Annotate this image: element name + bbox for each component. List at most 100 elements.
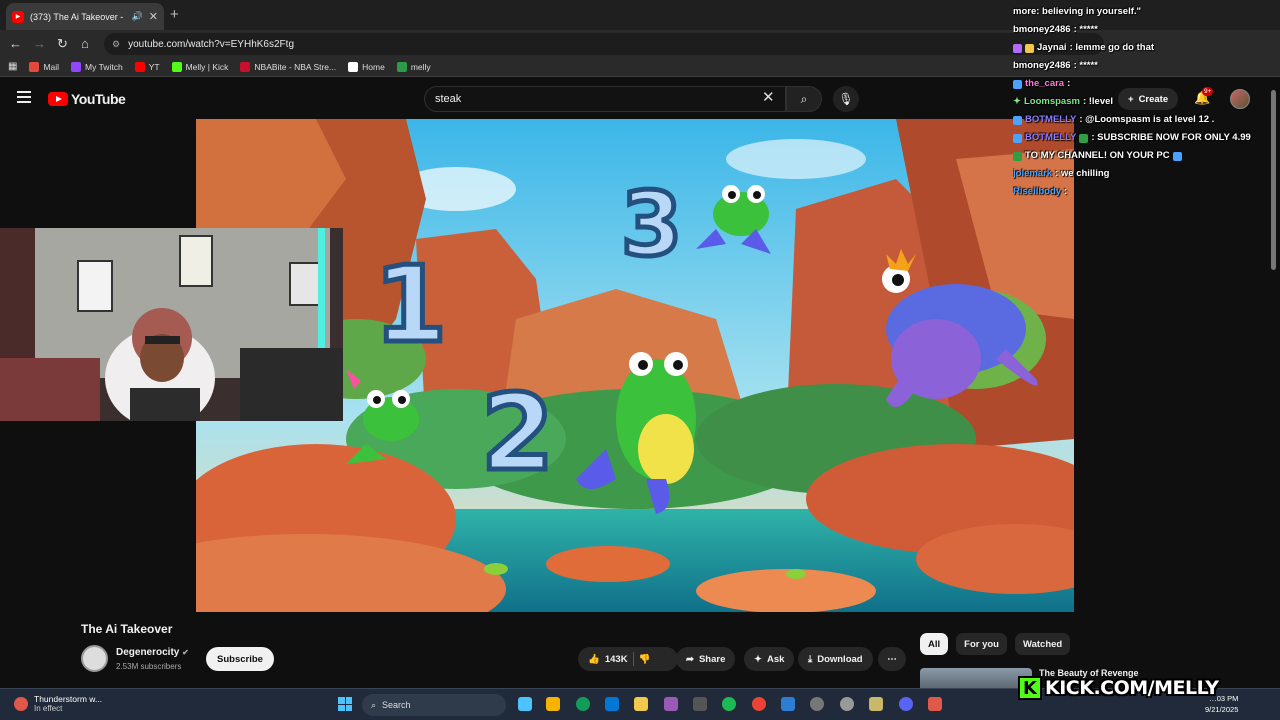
share-button[interactable]: ➦ Share	[676, 647, 736, 671]
bookmark-nbabite[interactable]: NBABite - NBA Stre...	[240, 61, 336, 72]
edge-icon[interactable]	[576, 697, 590, 711]
subscriber-count: 2.53M subscribers	[116, 662, 182, 671]
url-text: youtube.com/watch?v=EYHhK6s2Ftg	[128, 38, 295, 50]
steam-icon[interactable]	[664, 697, 678, 711]
home-icon[interactable]: ⌂	[81, 36, 89, 51]
tab-title: (373) The Ai Takeover - You	[30, 11, 126, 22]
webcam-art	[0, 228, 343, 421]
browser-tab-youtube[interactable]: ▶ (373) The Ai Takeover - You 🔊 ✕	[6, 3, 164, 30]
kick-watermark: K KICK.COM/MELLY	[1018, 676, 1219, 700]
media-player-icon[interactable]	[810, 697, 824, 711]
site-info-icon[interactable]: ⚙	[112, 39, 120, 50]
chat-text: TO MY CHANNEL! ON YOUR PC	[1025, 150, 1170, 161]
voice-search-button[interactable]: 🎙	[833, 86, 859, 112]
chat-username: BOTMELLY	[1025, 132, 1077, 143]
xbox-icon[interactable]	[634, 697, 648, 711]
forward-icon[interactable]: →	[33, 36, 46, 51]
chat-badge-icon	[1013, 133, 1022, 143]
more-icon: ⋯	[887, 653, 897, 665]
channel-name-text: Degenerocity	[116, 647, 180, 658]
bookmark-melly-kick[interactable]: Melly | Kick	[171, 61, 228, 72]
mail-icon	[29, 61, 40, 72]
x-icon	[348, 61, 359, 72]
chat-badge-icon	[1013, 79, 1022, 89]
chat-username: Loomspasm	[1023, 96, 1080, 107]
chat-badge-icon	[1025, 43, 1034, 53]
chat-text: :	[1067, 78, 1071, 89]
back-icon[interactable]: ←	[9, 36, 22, 51]
chat-username: BOTMELLY	[1025, 114, 1077, 125]
youtube-favicon-icon: ▶	[12, 10, 24, 23]
search-icon: ⌕	[371, 699, 377, 710]
bookmark-melly[interactable]: melly	[396, 61, 431, 72]
bookmark-yt[interactable]: YT	[134, 61, 160, 72]
subscribe-button[interactable]: Subscribe	[206, 647, 274, 671]
chat-username: jolemark	[1013, 168, 1053, 179]
kick-icon	[171, 61, 182, 72]
more-actions-button[interactable]: ⋯	[878, 647, 906, 671]
chat-message: ✦ Loomspasm: !level	[1013, 93, 1280, 111]
photos-icon[interactable]	[781, 697, 795, 711]
url-field[interactable]: ⚙ youtube.com/watch?v=EYHhK6s2Ftg	[104, 33, 1104, 55]
chip-for-you[interactable]: For you	[956, 633, 1007, 655]
game-icon[interactable]	[869, 697, 883, 711]
bookmark-label: melly	[410, 61, 431, 72]
ask-label: Ask	[766, 653, 785, 665]
chat-text: : *****	[1073, 60, 1098, 71]
apps-grid-icon[interactable]: ▦	[8, 61, 17, 72]
bookmark-mail[interactable]: Mail	[29, 61, 59, 72]
chat-message: bmoney2486: *****	[1013, 21, 1280, 39]
file-explorer-icon[interactable]	[605, 697, 619, 711]
speaker-icon[interactable]: 🔊	[132, 11, 143, 22]
spotify-icon[interactable]	[722, 697, 736, 711]
chat-badge-icon	[1013, 43, 1022, 53]
twitch-icon	[71, 61, 82, 72]
tab-close-icon[interactable]: ✕	[149, 10, 158, 23]
dislike-button[interactable]: 👎	[639, 654, 651, 665]
chat-text: : SUBSCRIBE NOW FOR ONLY 4.99	[1091, 132, 1251, 143]
search-button[interactable]: ⌕	[786, 86, 822, 112]
chrome-icon[interactable]	[752, 697, 766, 711]
channel-avatar[interactable]	[81, 645, 108, 672]
bookmark-home[interactable]: Home	[348, 61, 385, 72]
taskbar-search[interactable]: ⌕ Search	[362, 694, 506, 716]
task-view-icon[interactable]	[518, 697, 532, 711]
ask-button[interactable]: ✦ Ask	[744, 647, 795, 671]
melly-icon	[396, 61, 407, 72]
clock-date: 9/21/2025	[1205, 705, 1239, 714]
app-icon[interactable]	[840, 697, 854, 711]
reload-icon[interactable]: ↻	[57, 36, 68, 52]
chip-all[interactable]: All	[920, 633, 949, 655]
chat-message: Riseilbody:	[1013, 183, 1280, 201]
taskbar-search-label: Search	[382, 700, 411, 710]
search-input[interactable]: steak	[424, 86, 786, 112]
bookmark-my-twitch[interactable]: My Twitch	[71, 61, 123, 72]
stream-chat-overlay: more: believing in yourself." bmoney2486…	[1013, 3, 1280, 201]
channel-name[interactable]: Degenerocity ✔	[116, 647, 189, 658]
chat-username: bmoney2486	[1013, 60, 1071, 71]
computer-icon	[1172, 151, 1182, 161]
checkmark-icon	[1013, 151, 1022, 161]
youtube-logo[interactable]: YouTube	[48, 91, 126, 107]
like-count: 143K	[604, 653, 628, 665]
start-menu-icon[interactable]	[338, 697, 352, 711]
menu-icon[interactable]	[17, 91, 31, 103]
chat-username: Jaynai	[1037, 42, 1067, 53]
copilot-icon[interactable]	[546, 697, 560, 711]
download-button[interactable]: ⤓ Download	[798, 647, 873, 671]
discord-icon[interactable]	[899, 697, 913, 711]
chat-message: BOTMELLY: @Loomspasm is at level 12 .	[1013, 111, 1280, 129]
sparkle-icon: ✦	[754, 653, 762, 665]
chat-message: the_cara:	[1013, 75, 1280, 93]
chip-watched[interactable]: Watched	[1014, 633, 1071, 655]
weather-widget[interactable]: Thunderstorm w... In effect	[14, 694, 102, 713]
thunderstorm-icon	[14, 696, 28, 711]
clear-search-icon[interactable]: ✕	[762, 88, 775, 106]
new-tab-icon[interactable]: +	[170, 6, 179, 23]
like-button[interactable]: 👍 143K	[588, 654, 628, 665]
map-pin-icon[interactable]	[928, 697, 942, 711]
chat-badge-icon: ✦	[1013, 96, 1021, 107]
store-icon[interactable]	[693, 697, 707, 711]
youtube-play-icon	[48, 92, 68, 106]
recommendation-filter-chips: All For you Watched	[920, 633, 1071, 655]
